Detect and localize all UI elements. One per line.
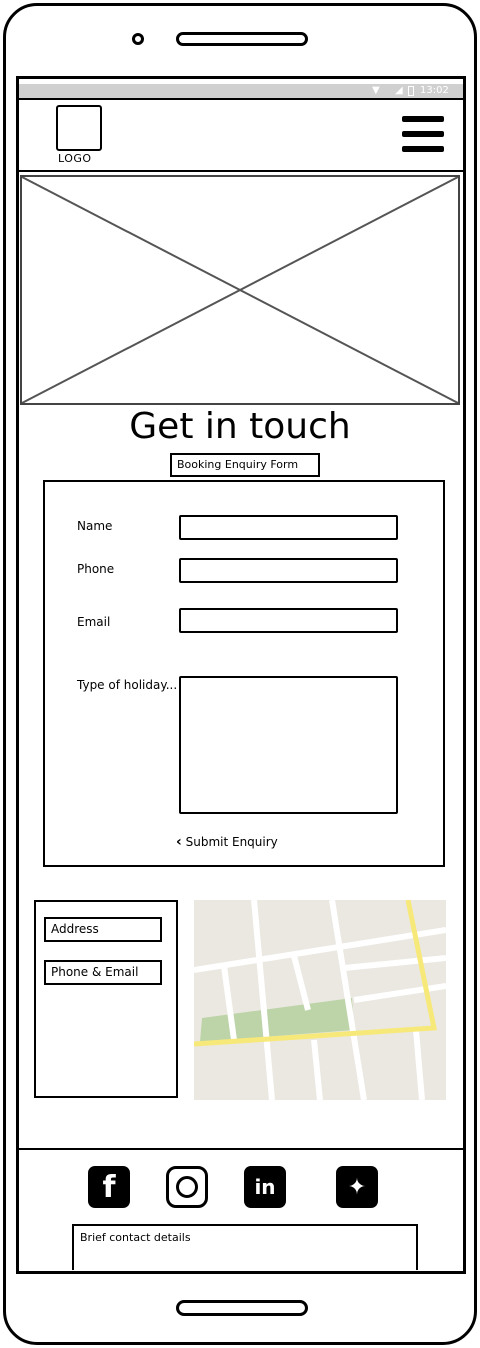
chevron-left-icon: ‹ (176, 834, 182, 850)
holiday-type-label: Type of holiday... (77, 678, 178, 692)
location-map[interactable] (194, 900, 446, 1100)
facebook-icon[interactable]: f (88, 1166, 130, 1208)
hamburger-menu-icon[interactable] (402, 116, 444, 154)
email-label: Email (77, 615, 111, 629)
brief-contact-details: Brief contact details (72, 1224, 418, 1270)
speaker-grille (176, 32, 308, 46)
name-label: Name (77, 519, 113, 533)
page-title: Get in touch (129, 406, 351, 447)
phone-input[interactable] (179, 558, 398, 583)
twitter-icon[interactable]: ✦ (336, 1166, 378, 1208)
logo-label: LOGO (58, 152, 92, 165)
linkedin-icon[interactable]: in (244, 1166, 286, 1208)
battery-icon (408, 86, 414, 96)
map-graphic (194, 900, 446, 1100)
phone-label: Phone (77, 562, 115, 576)
email-input[interactable] (179, 608, 398, 633)
holiday-type-textarea[interactable] (179, 676, 398, 814)
status-time: 13:02 (420, 85, 449, 96)
address-button[interactable]: Address (44, 917, 162, 942)
submit-label: Submit Enquiry (185, 835, 278, 849)
wifi-icon: ▼ (372, 85, 380, 96)
instagram-icon[interactable] (166, 1166, 208, 1208)
hero-image-placeholder (20, 175, 460, 405)
name-input[interactable] (179, 515, 398, 540)
submit-enquiry-button[interactable]: ‹ Submit Enquiry (176, 834, 278, 850)
phone-email-button[interactable]: Phone & Email (44, 960, 162, 985)
image-placeholder-icon (22, 177, 458, 403)
signal-icon: ◢ (395, 85, 403, 96)
home-button[interactable] (176, 1300, 308, 1316)
form-caption: Booking Enquiry Form (170, 453, 320, 477)
logo[interactable] (56, 105, 102, 151)
camera-icon (132, 33, 144, 45)
